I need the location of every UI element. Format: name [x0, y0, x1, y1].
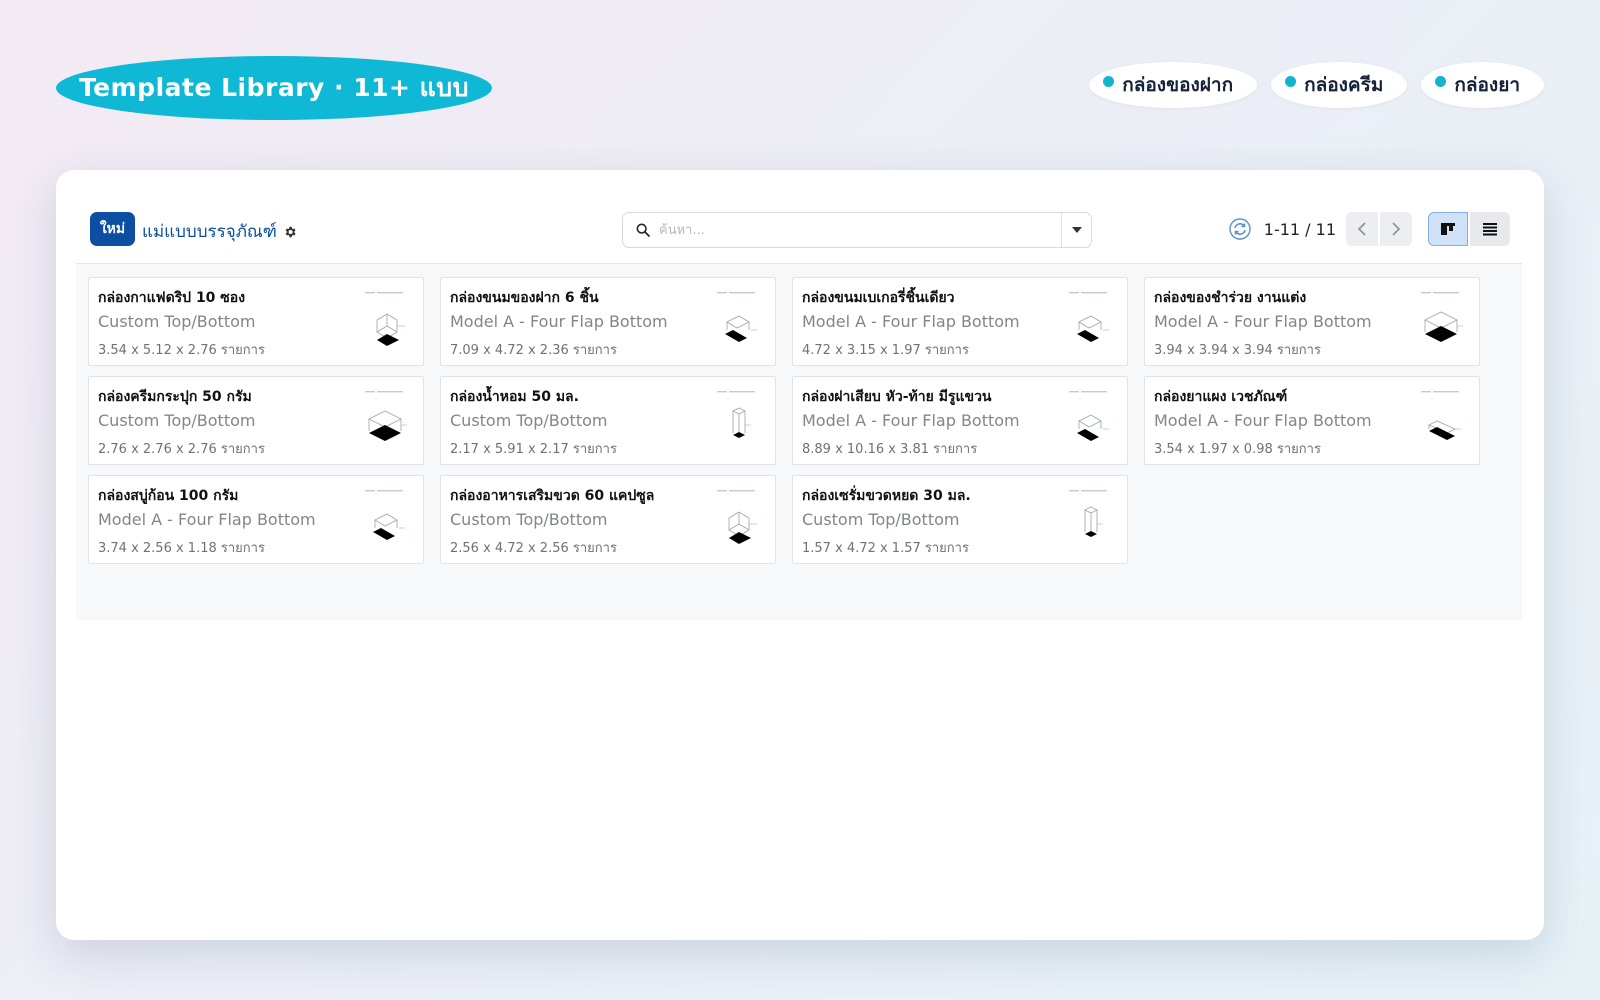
card-box-type: Model A - Four Flap Bottom [802, 411, 1020, 430]
box-preview-icon [365, 490, 405, 540]
card-box-type: Custom Top/Bottom [450, 411, 608, 430]
search-icon [636, 223, 650, 237]
chip-label: กล่องครีม [1304, 74, 1384, 96]
kanban-card[interactable]: กล่องฝาเสียบ หัว-ท้าย มีรูแขวน Model A -… [792, 376, 1128, 465]
card-box-type: Model A - Four Flap Bottom [1154, 411, 1372, 430]
kanban-card[interactable]: กล่องน้ำหอม 50 มล. Custom Top/Bottom 2.1… [440, 376, 776, 465]
refresh-icon[interactable] [1228, 217, 1252, 241]
kanban-card[interactable]: กล่องขนมของฝาก 6 ชิ้น Model A - Four Fla… [440, 277, 776, 366]
card-dimensions: 2.56 x 4.72 x 2.56 รายการ [450, 541, 617, 556]
chevron-right-icon [1392, 222, 1401, 236]
pager: 1-11 / 11 [1228, 212, 1510, 246]
chip-cream-box[interactable]: กล่องครีม [1271, 62, 1408, 108]
page-title[interactable]: แม่แบบบรรจุภัณฑ์ [142, 218, 277, 245]
category-chips: กล่องของฝาก กล่องครีม กล่องยา [1089, 62, 1544, 108]
pager-value[interactable]: 1-11 / 11 [1264, 220, 1336, 239]
chip-dot-icon [1103, 75, 1115, 87]
card-box-type: Model A - Four Flap Bottom [802, 312, 1020, 331]
kanban-card[interactable]: กล่องเซรั่มขวดหยด 30 มล. Custom Top/Bott… [792, 475, 1128, 564]
breadcrumb: แม่แบบบรรจุภัณฑ์ [142, 218, 297, 245]
kanban-card[interactable]: กล่องขนมเบเกอรี่ชิ้นเดียว Model A - Four… [792, 277, 1128, 366]
card-box-type: Custom Top/Bottom [802, 510, 960, 529]
card-box-type: Custom Top/Bottom [450, 510, 608, 529]
card-name: กล่องฝาเสียบ หัว-ท้าย มีรูแขวน [802, 389, 992, 405]
search-input[interactable] [659, 213, 1061, 247]
kanban-view-button[interactable] [1428, 212, 1468, 246]
box-preview-icon [1421, 391, 1461, 440]
search-options-toggle[interactable] [1061, 213, 1091, 247]
card-name: กล่องอาหารเสริมขวด 60 แคปซูล [450, 488, 655, 504]
card-dimensions: 3.54 x 1.97 x 0.98 รายการ [1154, 442, 1321, 457]
card-dimensions: 3.54 x 5.12 x 2.76 รายการ [98, 343, 265, 358]
card-dimensions: 2.17 x 5.91 x 2.17 รายการ [450, 442, 617, 457]
kanban-card[interactable]: กล่องกาแฟดริป 10 ซอง Custom Top/Bottom 3… [88, 277, 424, 366]
kanban-icon [1441, 223, 1455, 235]
chip-label: กล่องของฝาก [1122, 74, 1234, 96]
card-dimensions: 3.94 x 3.94 x 3.94 รายการ [1154, 343, 1321, 358]
chip-dot-icon [1285, 75, 1297, 87]
card-name: กล่องขนมของฝาก 6 ชิ้น [450, 290, 599, 306]
list-view-button[interactable] [1470, 212, 1510, 246]
gear-icon[interactable] [283, 225, 297, 239]
kanban-card[interactable]: กล่องครีมกระปุก 50 กรัม Custom Top/Botto… [88, 376, 424, 465]
card-name: กล่องน้ำหอม 50 มล. [450, 389, 579, 405]
card-dimensions: 3.74 x 2.56 x 1.18 รายการ [98, 541, 265, 556]
card-dimensions: 2.76 x 2.76 x 2.76 รายการ [98, 442, 265, 457]
new-button[interactable]: ใหม่ [90, 212, 135, 246]
card-box-type: Model A - Four Flap Bottom [98, 510, 316, 529]
chip-label: กล่องยา [1454, 74, 1520, 96]
chip-medicine-box[interactable]: กล่องยา [1421, 62, 1544, 108]
box-preview-icon [1069, 292, 1109, 342]
chip-gift-box[interactable]: กล่องของฝาก [1089, 62, 1258, 108]
box-preview-icon [1421, 292, 1463, 342]
search-bar [622, 212, 1092, 248]
box-preview-icon [1069, 391, 1109, 441]
card-box-type: Model A - Four Flap Bottom [1154, 312, 1372, 331]
caret-down-icon [1071, 227, 1082, 233]
kanban-view: กล่องกาแฟดริป 10 ซอง Custom Top/Bottom 3… [76, 264, 1522, 620]
card-dimensions: 1.57 x 4.72 x 1.57 รายการ [802, 541, 969, 556]
card-name: กล่องครีมกระปุก 50 กรัม [98, 389, 252, 405]
card-box-type: Model A - Four Flap Bottom [450, 312, 668, 331]
list-icon [1483, 223, 1497, 236]
card-name: กล่องขนมเบเกอรี่ชิ้นเดียว [802, 290, 955, 306]
template-library-banner: Template Library · 11+ แบบ [56, 56, 492, 120]
card-box-type: Custom Top/Bottom [98, 312, 256, 331]
pager-previous-button[interactable] [1346, 212, 1378, 246]
card-name: กล่องกาแฟดริป 10 ซอง [98, 290, 246, 306]
control-panel: ใหม่ แม่แบบบรรจุภัณฑ์ ค้นหา... 1-11 / 11 [76, 184, 1522, 264]
box-preview-icon [365, 391, 407, 441]
kanban-card[interactable]: กล่องอาหารเสริมขวด 60 แคปซูล Custom Top/… [440, 475, 776, 564]
box-preview-icon [717, 490, 757, 544]
chevron-left-icon [1357, 222, 1366, 236]
kanban-card[interactable]: กล่องยาแผง เวชภัณฑ์ Model A - Four Flap … [1144, 376, 1480, 465]
banner-title: Template Library · 11+ แบบ [78, 73, 470, 102]
pager-next-button[interactable] [1380, 212, 1412, 246]
app-window: ใหม่ แม่แบบบรรจุภัณฑ์ ค้นหา... 1-11 / 11… [56, 170, 1544, 940]
card-dimensions: 8.89 x 10.16 x 3.81 รายการ [802, 442, 978, 457]
kanban-card[interactable]: กล่องสบู่ก้อน 100 กรัม Model A - Four Fl… [88, 475, 424, 564]
box-preview-icon [1069, 490, 1107, 537]
box-preview-icon [365, 292, 405, 346]
card-dimensions: 4.72 x 3.15 x 1.97 รายการ [802, 343, 969, 358]
card-name: กล่องเซรั่มขวดหยด 30 มล. [802, 488, 971, 504]
box-preview-icon [717, 391, 755, 438]
card-name: กล่องของชำร่วย งานแต่ง [1154, 290, 1307, 306]
card-name: กล่องยาแผง เวชภัณฑ์ [1154, 389, 1288, 405]
kanban-card[interactable]: กล่องของชำร่วย งานแต่ง Model A - Four Fl… [1144, 277, 1480, 366]
card-dimensions: 7.09 x 4.72 x 2.36 รายการ [450, 343, 617, 358]
box-preview-icon [717, 292, 757, 342]
card-box-type: Custom Top/Bottom [98, 411, 256, 430]
chip-dot-icon [1435, 75, 1447, 87]
card-name: กล่องสบู่ก้อน 100 กรัม [98, 488, 239, 504]
